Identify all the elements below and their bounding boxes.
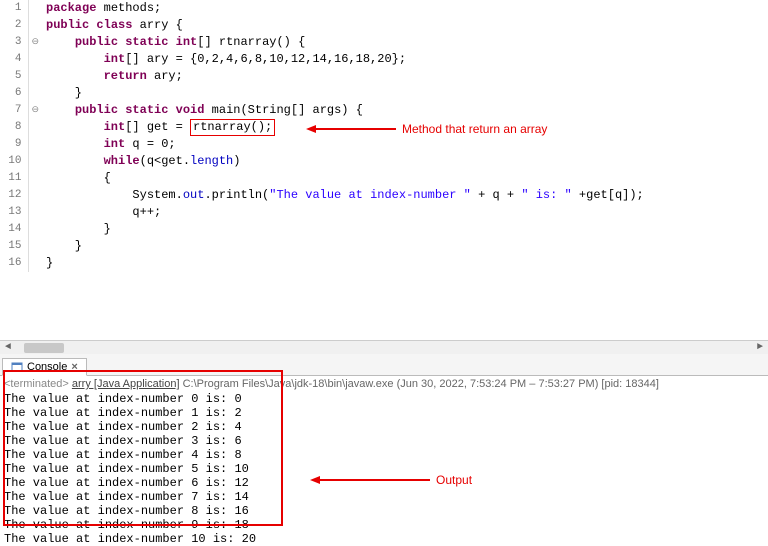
- code-line[interactable]: 4 int[] ary = {0,2,4,6,8,10,12,14,16,18,…: [0, 51, 768, 68]
- code-line[interactable]: 12 System.out.println("The value at inde…: [0, 187, 768, 204]
- console-tab[interactable]: Console ×: [2, 358, 87, 376]
- line-number: 14: [0, 221, 28, 238]
- fold-toggle-icon: [28, 136, 42, 153]
- callout-output-label: Output: [436, 473, 472, 487]
- arrow-left-icon: [310, 446, 430, 514]
- line-number: 1: [0, 0, 28, 17]
- fold-toggle-icon: [28, 170, 42, 187]
- scroll-left-icon[interactable]: ◄: [2, 342, 14, 354]
- code-line[interactable]: 7⊖ public static void main(String[] args…: [0, 102, 768, 119]
- console-tab-label: Console: [27, 361, 67, 373]
- fold-toggle-icon: [28, 153, 42, 170]
- status-app-name: arry [Java Application]: [72, 378, 180, 390]
- code-editor[interactable]: 1 package methods; 2 public class arry {3⊖ …: [0, 0, 768, 340]
- console-status-line: <terminated> arry [Java Application] C:\…: [0, 376, 768, 392]
- code-line[interactable]: 13 q++;: [0, 204, 768, 221]
- code-line[interactable]: 9 int q = 0;: [0, 136, 768, 153]
- line-number: 13: [0, 204, 28, 221]
- line-number: 10: [0, 153, 28, 170]
- callout-output: Output: [300, 446, 472, 514]
- line-number: 16: [0, 255, 28, 272]
- scroll-right-icon[interactable]: ►: [754, 342, 766, 354]
- status-time: (Jun 30, 2022, 7:53:24 PM – 7:53:27 PM) …: [397, 378, 659, 390]
- code-line[interactable]: 5 return ary;: [0, 68, 768, 85]
- code-line[interactable]: 11 {: [0, 170, 768, 187]
- code-text[interactable]: }: [42, 238, 768, 255]
- fold-toggle-icon: [28, 187, 42, 204]
- line-number: 2: [0, 17, 28, 34]
- code-text[interactable]: package methods;: [42, 0, 768, 17]
- code-line[interactable]: 14 }: [0, 221, 768, 238]
- editor-horizontal-scrollbar[interactable]: ◄ ►: [0, 340, 768, 354]
- code-text[interactable]: while(q<get.length): [42, 153, 768, 170]
- console-line: The value at index-number 2 is: 4: [4, 420, 764, 434]
- code-table: 1 package methods; 2 public class arry {3⊖ …: [0, 0, 768, 272]
- code-line[interactable]: 10 while(q<get.length): [0, 153, 768, 170]
- console-line: The value at index-number 0 is: 0: [4, 392, 764, 406]
- fold-toggle-icon: [28, 68, 42, 85]
- line-number: 7: [0, 102, 28, 119]
- fold-toggle-icon[interactable]: ⊖: [28, 34, 42, 51]
- fold-toggle-icon: [28, 255, 42, 272]
- fold-toggle-icon: [28, 221, 42, 238]
- code-text[interactable]: }: [42, 85, 768, 102]
- scroll-thumb[interactable]: [24, 343, 64, 353]
- line-number: 5: [0, 68, 28, 85]
- callout-method-return: Method that return an array: [296, 122, 547, 136]
- code-line[interactable]: 1 package methods;: [0, 0, 768, 17]
- console-tab-bar: Console ×: [0, 354, 768, 376]
- code-text[interactable]: public class arry {: [42, 17, 768, 34]
- code-text[interactable]: System.out.println("The value at index-n…: [42, 187, 768, 204]
- code-line[interactable]: 2 public class arry {: [0, 17, 768, 34]
- console-line: The value at index-number 1 is: 2: [4, 406, 764, 420]
- line-number: 3: [0, 34, 28, 51]
- line-number: 4: [0, 51, 28, 68]
- line-number: 15: [0, 238, 28, 255]
- console-line: The value at index-number 10 is: 20: [4, 532, 764, 546]
- fold-toggle-icon: [28, 119, 42, 136]
- console-line: The value at index-number 9 is: 18: [4, 518, 764, 532]
- line-number: 11: [0, 170, 28, 187]
- fold-toggle-icon: [28, 204, 42, 221]
- callout-method-label: Method that return an array: [402, 122, 547, 136]
- status-path: C:\Program Files\Java\jdk-18\bin\javaw.e…: [183, 378, 394, 390]
- code-text[interactable]: q++;: [42, 204, 768, 221]
- code-text[interactable]: return ary;: [42, 68, 768, 85]
- console-icon: [11, 361, 23, 373]
- code-line[interactable]: 16}: [0, 255, 768, 272]
- code-text[interactable]: public static int[] rtnarray() {: [42, 34, 768, 51]
- close-icon[interactable]: ×: [71, 361, 77, 373]
- status-terminated: <terminated>: [4, 378, 69, 390]
- fold-toggle-icon: [28, 85, 42, 102]
- code-line[interactable]: 3⊖ public static int[] rtnarray() {: [0, 34, 768, 51]
- line-number: 12: [0, 187, 28, 204]
- code-line[interactable]: 15 }: [0, 238, 768, 255]
- code-text[interactable]: }: [42, 255, 768, 272]
- console-output[interactable]: Output The value at index-number 0 is: 0…: [0, 392, 768, 546]
- line-number: 9: [0, 136, 28, 153]
- fold-toggle-icon[interactable]: ⊖: [28, 102, 42, 119]
- fold-toggle-icon: [28, 0, 42, 17]
- code-text[interactable]: {: [42, 170, 768, 187]
- code-text[interactable]: int[] ary = {0,2,4,6,8,10,12,14,16,18,20…: [42, 51, 768, 68]
- fold-toggle-icon: [28, 51, 42, 68]
- arrow-left-icon: [306, 123, 396, 135]
- fold-toggle-icon: [28, 238, 42, 255]
- code-line[interactable]: 6 }: [0, 85, 768, 102]
- line-number: 8: [0, 119, 28, 136]
- code-text[interactable]: public static void main(String[] args) {: [42, 102, 768, 119]
- code-text[interactable]: }: [42, 221, 768, 238]
- line-number: 6: [0, 85, 28, 102]
- fold-toggle-icon: [28, 17, 42, 34]
- code-text[interactable]: int q = 0;: [42, 136, 768, 153]
